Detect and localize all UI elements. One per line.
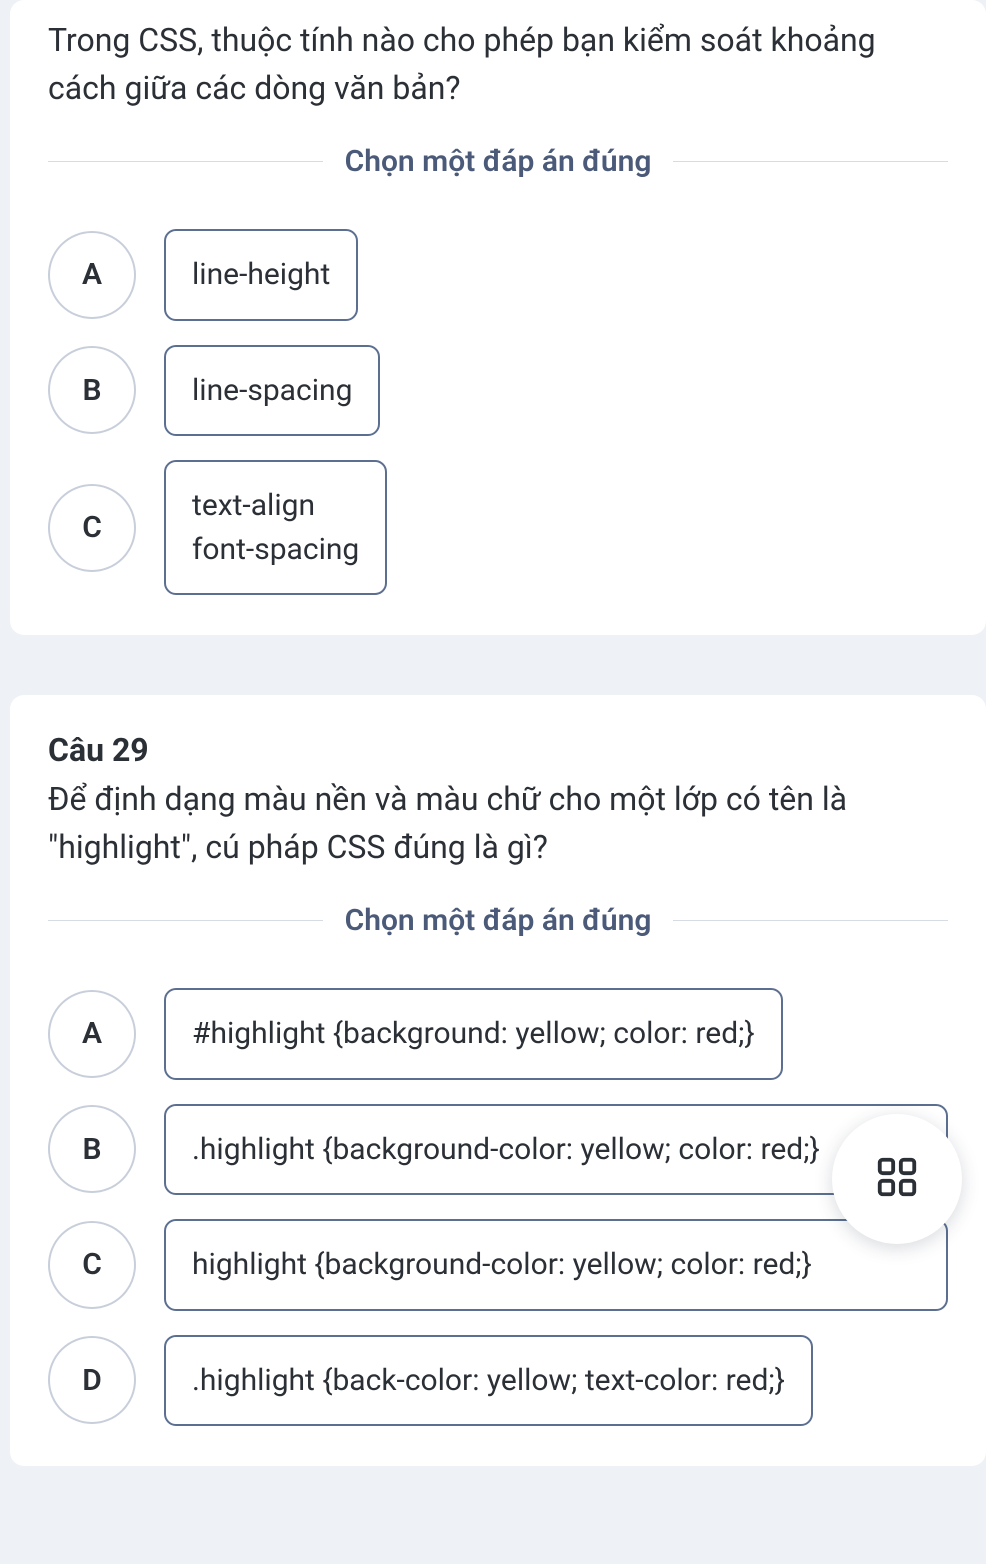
- option-row[interactable]: D .highlight {back-color: yellow; text-c…: [48, 1335, 948, 1427]
- options-list: A #highlight {background: yellow; color:…: [48, 988, 948, 1426]
- option-row[interactable]: A line-height: [48, 229, 948, 321]
- grid-icon: [874, 1154, 920, 1204]
- question-text: Để định dạng màu nền và màu chữ cho một …: [48, 775, 948, 871]
- option-letter[interactable]: B: [48, 346, 136, 434]
- option-text[interactable]: #highlight {background: yellow; color: r…: [164, 988, 783, 1080]
- option-row[interactable]: C highlight {background-color: yellow; c…: [48, 1219, 948, 1311]
- instruction-label: Chọn một đáp án đúng: [323, 903, 674, 938]
- question-card: Trong CSS, thuộc tính nào cho phép bạn k…: [10, 0, 986, 635]
- instruction-label: Chọn một đáp án đúng: [323, 144, 674, 179]
- question-text: Trong CSS, thuộc tính nào cho phép bạn k…: [48, 16, 948, 112]
- option-letter[interactable]: C: [48, 484, 136, 572]
- option-letter[interactable]: D: [48, 1336, 136, 1424]
- option-letter[interactable]: C: [48, 1221, 136, 1309]
- option-text[interactable]: line-spacing: [164, 345, 380, 437]
- option-letter[interactable]: B: [48, 1105, 136, 1193]
- option-row[interactable]: A #highlight {background: yellow; color:…: [48, 988, 948, 1080]
- option-row[interactable]: C text-align font-spacing: [48, 460, 948, 595]
- option-text[interactable]: highlight {background-color: yellow; col…: [164, 1219, 948, 1311]
- option-text[interactable]: .highlight {back-color: yellow; text-col…: [164, 1335, 813, 1427]
- option-letter[interactable]: A: [48, 990, 136, 1078]
- option-text[interactable]: text-align font-spacing: [164, 460, 387, 595]
- option-text[interactable]: .highlight {background-color: yellow; co…: [164, 1104, 948, 1196]
- instruction-divider: Chọn một đáp án đúng: [48, 144, 948, 179]
- grid-fab-button[interactable]: [832, 1114, 962, 1244]
- option-text[interactable]: line-height: [164, 229, 358, 321]
- question-card: Câu 29 Để định dạng màu nền và màu chữ c…: [10, 695, 986, 1466]
- instruction-divider: Chọn một đáp án đúng: [48, 903, 948, 938]
- option-row[interactable]: B .highlight {background-color: yellow; …: [48, 1104, 948, 1196]
- option-letter[interactable]: A: [48, 231, 136, 319]
- question-number: Câu 29: [48, 731, 948, 769]
- options-list: A line-height B line-spacing C text-alig…: [48, 229, 948, 595]
- option-row[interactable]: B line-spacing: [48, 345, 948, 437]
